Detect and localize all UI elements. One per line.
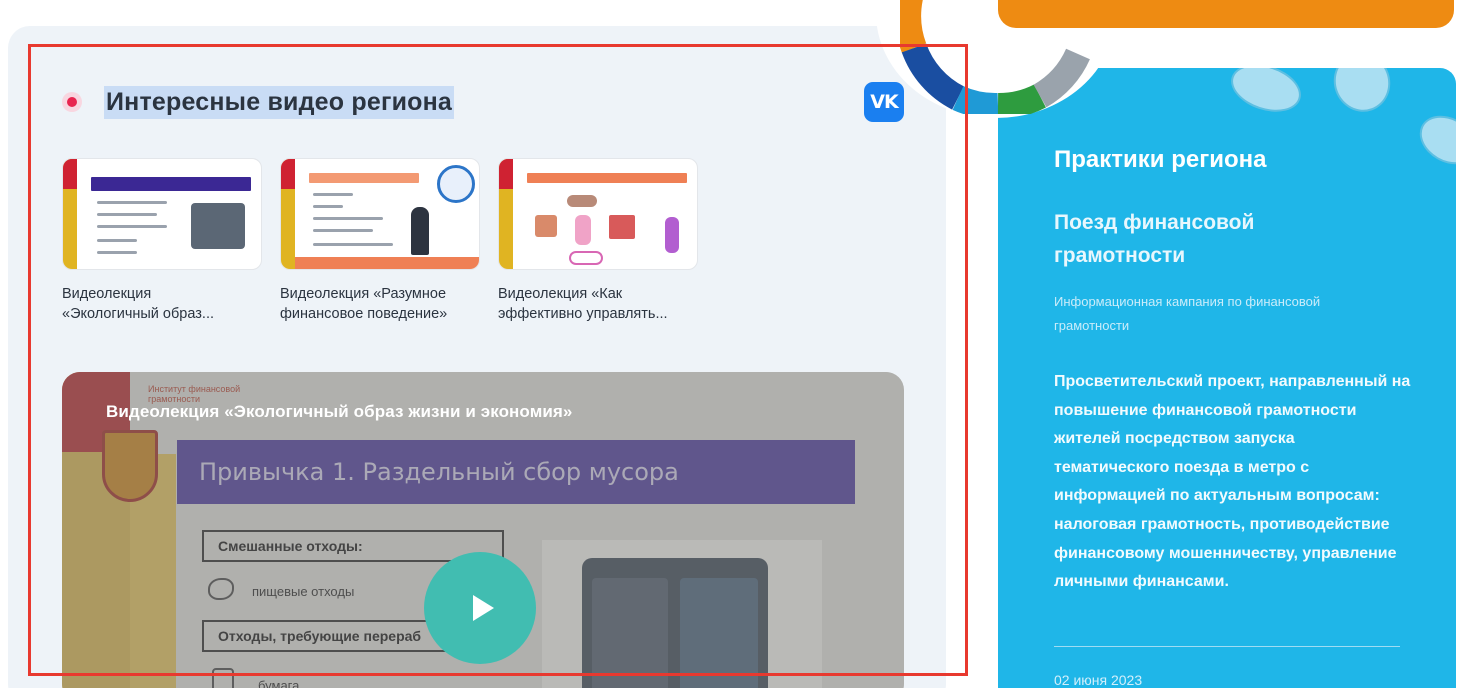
practice-description: Просветительский проект, направленный на… [1054,373,1411,591]
decor-blob-icon [1411,105,1456,175]
page: Интересные видео региона VK Видеолекция … [0,0,1471,688]
girl-icon [575,215,591,245]
panel-title: Практики региона [1054,146,1267,173]
car-icon [567,195,597,207]
divider [1054,646,1400,647]
video-thumbnail-2[interactable] [280,158,480,270]
practice-caption: Информационная кампания по финансовой гр… [1054,294,1321,333]
video-card-1[interactable]: Видеолекция «Экологичный образ... [62,158,262,324]
live-dot-icon [62,92,82,112]
section-title: Интересные видео региона [104,85,455,119]
video-card-2[interactable]: Видеолекция «Разумное финансовое поведен… [280,158,480,324]
vk-link-icon[interactable]: VK [864,82,904,122]
play-icon [472,595,494,621]
bin-image [191,203,245,249]
decor-blob-icon [1224,68,1308,121]
top-orange-bar [998,0,1454,28]
video-thumbnail-3[interactable] [498,158,698,270]
video-label-1[interactable]: Видеолекция «Экологичный образ... [62,284,262,324]
region-practices-panel: Практики региона Поезд финансовой грамот… [998,68,1456,688]
person-icon [411,207,429,255]
video-player[interactable]: Институт финансовой грамотности Привычка… [62,372,904,688]
video-card-3[interactable]: Видеолекция «Как эффективно управлять... [498,158,698,324]
bike-icon [569,251,603,265]
play-button[interactable] [424,552,536,664]
emblem-icon [437,165,475,203]
shop-icon [609,215,635,239]
decor-blob-icon [1325,68,1399,120]
player-title: Видеолекция «Экологичный образ жизни и э… [106,402,573,421]
practice-date: 02 июня 2023 [1054,672,1143,688]
section-header: Интересные видео региона [62,80,455,124]
practice-title[interactable]: Поезд финансовой грамотности [1054,206,1344,272]
video-label-3[interactable]: Видеолекция «Как эффективно управлять... [498,284,698,324]
woman-icon [665,217,679,253]
video-thumbnail-1[interactable] [62,158,262,270]
video-label-2[interactable]: Видеолекция «Разумное финансовое поведен… [280,284,480,324]
house-icon [535,215,557,237]
